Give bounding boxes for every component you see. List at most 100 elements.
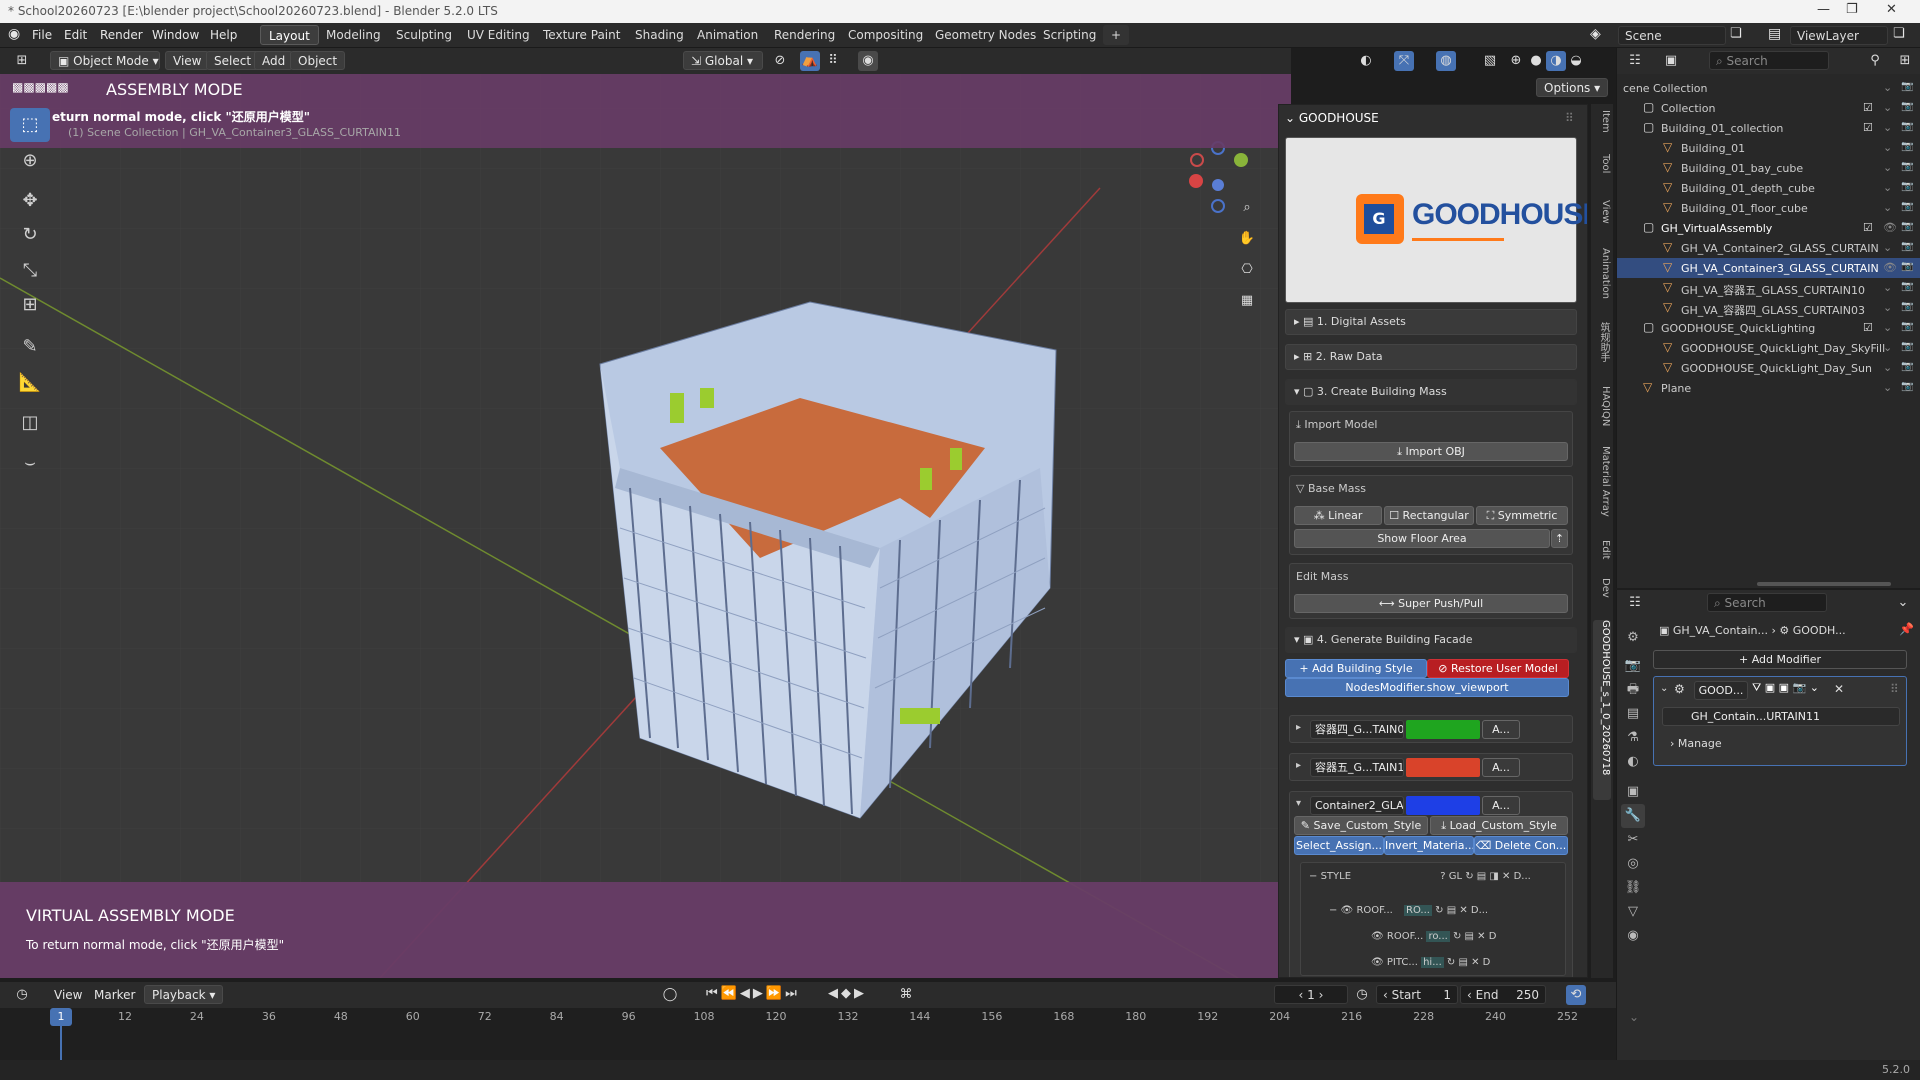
visibility-eye-icon[interactable]: ⌄ bbox=[1883, 241, 1892, 254]
workspace-tab-modeling[interactable]: Modeling bbox=[318, 25, 389, 45]
render-camera-icon[interactable]: 📷 bbox=[1901, 341, 1913, 352]
style-assign-button[interactable]: A... bbox=[1482, 796, 1520, 815]
select-assigned-button[interactable]: Select_Assign... bbox=[1294, 836, 1384, 855]
object-menu[interactable]: Object bbox=[290, 51, 346, 70]
render-camera-icon[interactable]: 📷 bbox=[1901, 301, 1913, 312]
new-collection-icon[interactable]: ⊞ bbox=[1895, 51, 1915, 71]
outliner-row[interactable]: ▢ Building_01_collection ☑ ⌄ 📷 bbox=[1617, 118, 1920, 138]
exclude-checkbox[interactable]: ☑ bbox=[1863, 121, 1873, 134]
menu-render[interactable]: Render bbox=[100, 28, 143, 42]
snap-target-icon[interactable]: ⠿ bbox=[823, 51, 843, 71]
render-camera-icon[interactable]: 📷 bbox=[1901, 241, 1913, 252]
sync-icon[interactable]: ⟲ bbox=[1566, 985, 1586, 1005]
workspace-tab-animation[interactable]: Animation bbox=[689, 25, 766, 45]
section-raw-data[interactable]: ▸ ⊞ 2. Raw Data bbox=[1285, 344, 1577, 370]
options-dropdown[interactable]: Options ▾ bbox=[1536, 78, 1609, 97]
render-camera-icon[interactable]: 📷 bbox=[1901, 281, 1913, 292]
timeline-editor-icon[interactable]: ◷ bbox=[12, 985, 32, 1005]
filter-icon[interactable]: ⚲ bbox=[1865, 51, 1885, 71]
tab-tool[interactable]: Tool bbox=[1593, 154, 1611, 190]
timeline-body[interactable]: 12 24 36 48 60 72 84 96 108 120 132 144 156 168 180 192… bbox=[0, 1008, 1616, 1060]
modifier-collapse-icon[interactable]: ⌄ bbox=[1660, 683, 1668, 694]
visibility-eye-icon[interactable]: ⌄ bbox=[1883, 361, 1892, 374]
wireframe-shading-icon[interactable]: ⊕ bbox=[1506, 51, 1526, 71]
tab-material-array[interactable]: Material Array bbox=[1593, 446, 1611, 532]
material-shading-icon[interactable]: ◑ bbox=[1546, 51, 1566, 71]
exclude-checkbox[interactable]: ☑ bbox=[1863, 321, 1873, 334]
restore-user-model-button[interactable]: ⊘ Restore User Model bbox=[1427, 659, 1569, 678]
properties-editor-icon[interactable]: ☷ bbox=[1625, 593, 1645, 613]
visibility-icon[interactable]: ◐ bbox=[1356, 51, 1376, 71]
workspace-tab-sculpting[interactable]: Sculpting bbox=[388, 25, 460, 45]
playhead-line[interactable] bbox=[60, 1026, 62, 1060]
snap-icon[interactable]: ⛺ bbox=[800, 51, 820, 71]
scene-selector[interactable]: Scene bbox=[1618, 26, 1726, 45]
modifier-properties-icon[interactable]: 🔧 bbox=[1621, 804, 1645, 828]
section-digital-assets[interactable]: ▸ ▤ 1. Digital Assets bbox=[1285, 309, 1577, 335]
camera-view-icon[interactable]: ⎔ bbox=[1237, 260, 1257, 280]
style-color-swatch[interactable] bbox=[1406, 758, 1480, 777]
save-custom-style-button[interactable]: ✎ Save_Custom_Style bbox=[1294, 816, 1428, 835]
outliner-row[interactable]: ▽ Plane ⌄ 📷 bbox=[1617, 378, 1920, 398]
outliner-row[interactable]: ▢ GH_VirtualAssembly ☑ 👁 📷 bbox=[1617, 218, 1920, 238]
menu-help[interactable]: Help bbox=[210, 28, 237, 42]
properties-search-input[interactable]: ⌕ Search bbox=[1707, 593, 1827, 612]
menu-edit[interactable]: Edit bbox=[64, 28, 87, 42]
add-workspace-button[interactable]: + bbox=[1103, 25, 1130, 45]
style-color-swatch[interactable] bbox=[1406, 796, 1480, 815]
section-generate-facade[interactable]: ▾ ▣ 4. Generate Building Facade bbox=[1285, 627, 1577, 653]
render-camera-icon[interactable]: 📷 bbox=[1901, 141, 1913, 152]
tab-animation[interactable]: Animation bbox=[1593, 248, 1611, 312]
tree-roof-row[interactable]: − 👁 ROOF... RO... ↻ ▤ ✕ D... bbox=[1329, 905, 1488, 916]
auto-keying-icon[interactable]: ◯ bbox=[660, 985, 680, 1005]
blender-logo-icon[interactable]: ◉ bbox=[8, 26, 20, 42]
outliner-row[interactable]: ▽ Building_01_floor_cube ⌄ 📷 bbox=[1617, 198, 1920, 218]
outliner-row[interactable]: ▽ GH_VA_容器五_GLASS_CURTAIN10 ⌄ 📷 bbox=[1617, 278, 1920, 298]
tab-dev[interactable]: Dev bbox=[1593, 578, 1611, 608]
playback-controls[interactable]: ⏮⏪◀▶⏩⏭ bbox=[706, 986, 800, 1001]
symmetric-button[interactable]: ⛶ Symmetric bbox=[1476, 506, 1568, 525]
zoom-icon[interactable]: ⌕ bbox=[1237, 198, 1257, 218]
workspace-tab-geometry-nodes[interactable]: Geometry Nodes bbox=[927, 25, 1044, 45]
style-name-field[interactable]: 容器四_G...TAIN03 bbox=[1310, 720, 1404, 739]
exclude-checkbox[interactable]: ☑ bbox=[1863, 101, 1873, 114]
proportional-edit-icon[interactable]: ◉ bbox=[858, 51, 878, 71]
visibility-eye-icon[interactable]: ⌄ bbox=[1883, 381, 1892, 394]
scroll-down-icon[interactable]: ⌄ bbox=[1629, 1010, 1639, 1024]
annotate-tool-icon[interactable]: ✎ bbox=[10, 330, 50, 364]
view-layer-properties-icon[interactable]: ▤ bbox=[1621, 702, 1645, 726]
tab-view[interactable]: View bbox=[1593, 200, 1611, 240]
section-create-mass[interactable]: ▾ ▢ 3. Create Building Mass bbox=[1285, 379, 1577, 405]
playback-menu[interactable]: Playback ▾ bbox=[144, 985, 224, 1004]
curve-tool-icon[interactable]: ⌣ bbox=[10, 446, 50, 480]
constraints-properties-icon[interactable]: ⛓ bbox=[1621, 876, 1645, 900]
display-mode-icon[interactable]: ▣ bbox=[1661, 51, 1681, 71]
object-properties-icon[interactable]: ▣ bbox=[1621, 780, 1645, 804]
outliner-row[interactable]: cene Collection ⌄ 📷 bbox=[1617, 78, 1920, 98]
transform-orientation[interactable]: ⇲ Global ▾ bbox=[683, 51, 763, 70]
overlay-icon[interactable]: ◍ bbox=[1436, 51, 1456, 71]
selection-mode-icons[interactable]: ▩▩▩▩▩ bbox=[12, 80, 102, 96]
start-frame-field[interactable]: ‹ Start 1 bbox=[1376, 985, 1458, 1004]
select-box-tool-icon[interactable]: ⬚ bbox=[10, 108, 50, 142]
minimize-icon[interactable]: — bbox=[1817, 2, 1830, 17]
select-menu[interactable]: Select bbox=[206, 51, 260, 70]
style-name-field[interactable]: Container2_GLAS... bbox=[1310, 796, 1404, 815]
render-camera-icon[interactable]: 📷 bbox=[1901, 161, 1913, 172]
outliner-row[interactable]: ▢ GOODHOUSE_QuickLighting ☑ ⌄ 📷 bbox=[1617, 318, 1920, 338]
workspace-tab-shading[interactable]: Shading bbox=[627, 25, 692, 45]
visibility-eye-icon[interactable]: ⌄ bbox=[1883, 321, 1892, 334]
exclude-checkbox[interactable]: ☑ bbox=[1863, 221, 1873, 234]
pivot-icon[interactable]: ⊘ bbox=[770, 51, 790, 71]
drag-handle-icon[interactable]: ⠿ bbox=[1565, 111, 1574, 125]
visibility-eye-icon[interactable]: ⌄ bbox=[1883, 301, 1892, 314]
outliner-row[interactable]: ▢ Collection ☑ ⌄ 📷 bbox=[1617, 98, 1920, 118]
outliner-row[interactable]: ▽ GH_VA_Container3_GLASS_CURTAIN 👁 📷 bbox=[1617, 258, 1920, 278]
viewlayer-new-icon[interactable]: ❏ bbox=[1893, 26, 1905, 41]
tree-roof-sub-row[interactable]: 👁 ROOF... ro... ↻ ▤ ✕ D bbox=[1371, 931, 1496, 942]
outliner-editor-icon[interactable]: ☷ bbox=[1625, 51, 1645, 71]
add-menu[interactable]: Add bbox=[254, 51, 294, 70]
scene-new-icon[interactable]: ❏ bbox=[1730, 26, 1742, 41]
rotate-tool-icon[interactable]: ↻ bbox=[10, 218, 50, 252]
tree-pitch-delete[interactable]: D bbox=[1483, 957, 1491, 968]
